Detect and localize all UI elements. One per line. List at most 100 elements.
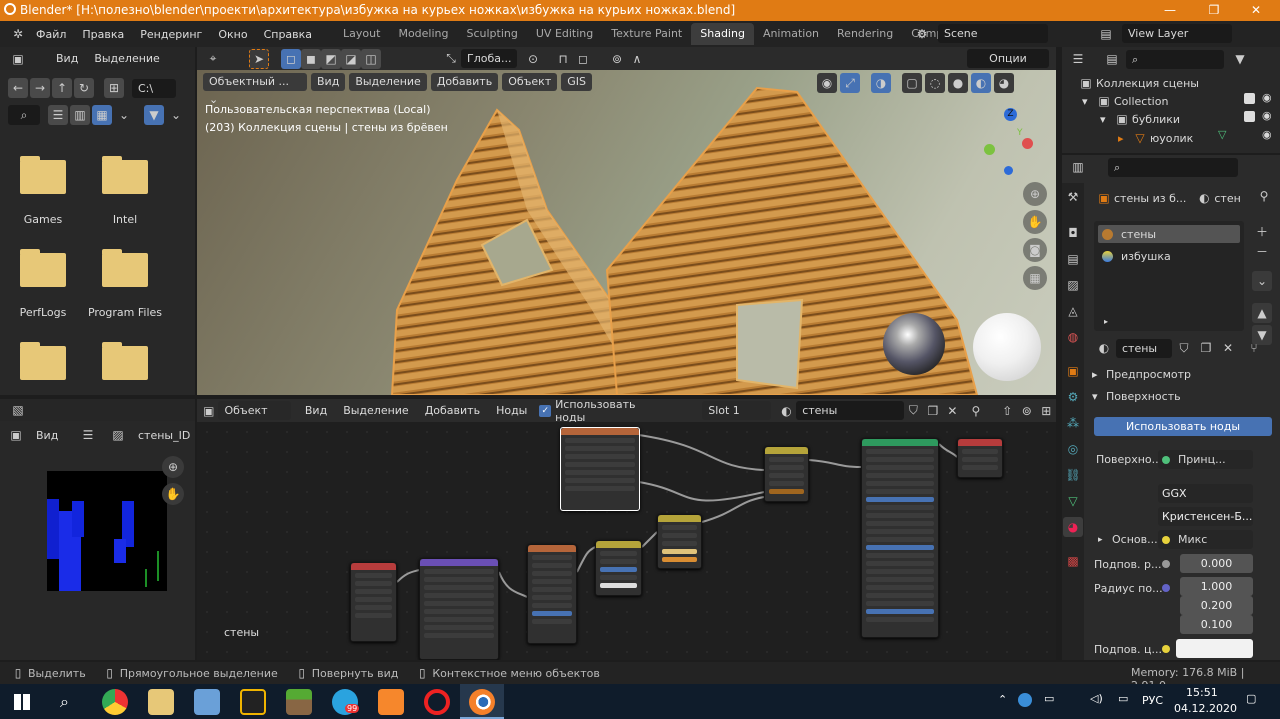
display-mode-icon[interactable]: ▤ [1102, 49, 1122, 69]
node-noise-texture[interactable] [527, 544, 577, 644]
editor-type-icon[interactable]: ▧ [8, 400, 28, 420]
material-tab-icon[interactable]: ◕ [1063, 517, 1083, 537]
sublime-icon[interactable] [378, 689, 404, 715]
menu-select[interactable]: Выделение [335, 404, 417, 417]
editor-type-icon[interactable]: ☰ [1068, 49, 1088, 69]
blender-menu-icon[interactable]: ✲ [8, 24, 28, 44]
render-tab-icon[interactable]: ◘ [1063, 223, 1083, 243]
material-name-field[interactable]: стены [796, 401, 904, 420]
radius-z-value[interactable]: 0.100 [1180, 615, 1253, 634]
maximize-button[interactable]: ❐ [1194, 0, 1234, 21]
snap-mode-icon[interactable]: ⊞ [1037, 401, 1056, 421]
outliner-row-bubliki[interactable]: ▾ ▣ бублики ◉ [1100, 109, 1280, 129]
shading-material-icon[interactable]: ◐ [971, 73, 991, 93]
display-columns-icon[interactable]: ▥ [70, 105, 90, 125]
properties-search-field[interactable]: ⌕ [1108, 157, 1238, 177]
tab-animation[interactable]: Animation [754, 23, 828, 45]
select-mode-invert-icon[interactable]: ◪ [341, 48, 361, 69]
subsurface-method-select[interactable]: Кристенсен-Б... [1158, 507, 1253, 526]
menu-view[interactable]: Вид [297, 404, 335, 417]
tray-app-icon[interactable] [1018, 693, 1032, 707]
folder-name[interactable]: Intel [80, 213, 170, 226]
material-name-field[interactable]: стены [1116, 338, 1172, 358]
scene-icon[interactable]: ⚙ [912, 24, 932, 44]
shading-solid-icon[interactable]: ● [948, 73, 968, 93]
node-material-output[interactable] [957, 438, 1003, 478]
tab-shading[interactable]: Shading [691, 23, 754, 45]
eye-icon[interactable]: ◉ [1262, 109, 1272, 122]
parent-node-tree-icon[interactable]: ⇧ [998, 401, 1017, 421]
checkbox-icon[interactable] [1244, 111, 1255, 122]
particles-tab-icon[interactable]: ⁂ [1063, 413, 1083, 433]
base-color-row[interactable]: ▸ Основ... [1098, 533, 1158, 546]
menu-edit[interactable]: Правка [74, 28, 132, 41]
node-texture-coordinate[interactable] [350, 562, 397, 642]
pan-hand-icon[interactable]: ✋ [1023, 210, 1047, 234]
object-tab-icon[interactable]: ▣ [1063, 361, 1083, 381]
use-nodes-button[interactable]: Использовать ноды [1094, 417, 1272, 436]
move-up-icon[interactable]: ▲ [1252, 303, 1272, 323]
constraints-tab-icon[interactable]: ⛓ [1063, 465, 1083, 485]
gizmo-x-axis[interactable] [1022, 138, 1033, 149]
physics-tab-icon[interactable]: ◎ [1063, 439, 1083, 459]
radius-x-value[interactable]: 1.000 [1180, 577, 1253, 596]
outliner-scene-collection[interactable]: ▣ Коллекция сцены [1076, 73, 1199, 93]
shading-wireframe-icon[interactable]: ◌ [925, 73, 945, 93]
tray-time[interactable]: 15:51 [1186, 686, 1218, 699]
unlink-material-icon[interactable]: ✕ [943, 401, 962, 421]
tray-volume-icon[interactable]: ◁) [1090, 692, 1103, 705]
menu-view[interactable]: Вид [311, 73, 346, 91]
distribution-select[interactable]: GGX [1158, 484, 1253, 503]
image-browse-icon[interactable]: ▨ [108, 425, 128, 445]
eye-icon[interactable]: ◉ [1262, 128, 1272, 141]
section-surface[interactable]: ▾ Поверхность [1092, 390, 1181, 403]
xray-icon[interactable]: ▢ [902, 73, 922, 93]
display-list-icon[interactable]: ☰ [48, 105, 68, 125]
expand-arrow-icon[interactable]: ▾ [1082, 95, 1094, 108]
tray-chevron-icon[interactable]: ⌃ [998, 693, 1007, 706]
notifications-icon[interactable]: ▢ [1246, 692, 1256, 705]
zoom-icon[interactable]: ⊕ [162, 456, 184, 478]
folder-name[interactable]: Games [0, 213, 88, 226]
section-preview[interactable]: ▸ Предпросмотр [1092, 368, 1191, 381]
list-resize-icon[interactable]: ▸ [1104, 317, 1108, 326]
tool-tab-icon[interactable]: ⚒ [1063, 187, 1083, 207]
3d-viewport[interactable]: Объектный ... ⌄ Вид Выделение Добавить О… [197, 70, 1056, 395]
minecraft-icon[interactable] [286, 689, 312, 715]
menu-file[interactable]: Файл [28, 28, 74, 41]
control-panel-icon[interactable] [194, 689, 220, 715]
overlay-icon[interactable]: ◑ [871, 73, 891, 93]
gizmo-y-axis[interactable]: Y [1017, 128, 1023, 138]
snap-icon[interactable]: ⊚ [1017, 401, 1036, 421]
subsurface-color-swatch[interactable] [1176, 639, 1253, 658]
proportional-edit-icon[interactable]: ⊚ [607, 49, 627, 69]
radius-y-value[interactable]: 0.200 [1180, 596, 1253, 615]
folder-icon[interactable] [20, 156, 66, 194]
pin-icon[interactable]: ⚲ [966, 401, 985, 421]
editor-type-icon[interactable]: ▥ [1068, 157, 1088, 177]
folder-icon[interactable] [102, 342, 148, 380]
windows-start-icon[interactable] [14, 694, 30, 710]
folder-icon[interactable] [20, 249, 66, 287]
menu-object[interactable]: Объект [502, 73, 558, 91]
image-name-field[interactable]: стены_ID [132, 425, 190, 445]
scene-tab-icon[interactable]: ◬ [1063, 301, 1083, 321]
node-mix-1[interactable] [595, 540, 642, 596]
menu-add[interactable]: Добавить [417, 404, 488, 417]
editor-type-icon[interactable]: ▣ [8, 49, 28, 69]
filter-icon[interactable]: ▼ [1230, 49, 1250, 69]
menu-list-icon[interactable]: ☰ [78, 425, 98, 445]
search-icon[interactable]: ⌕ [60, 692, 69, 712]
back-icon[interactable]: ← [8, 78, 28, 98]
subsurface-value[interactable]: 0.000 [1180, 554, 1253, 573]
expand-arrow-icon[interactable]: ▾ [1100, 113, 1112, 126]
chrome-icon[interactable] [102, 689, 128, 715]
select-mode-set-icon[interactable]: ◻ [281, 48, 301, 69]
node-editor-canvas[interactable]: стены [197, 422, 1056, 660]
filter-chevron-icon[interactable]: ⌄ [166, 105, 186, 125]
unlink-material-icon[interactable]: ✕ [1218, 338, 1238, 358]
material-browse-icon[interactable]: ◐ [777, 401, 796, 421]
node-mapping[interactable] [419, 558, 499, 660]
new-folder-icon[interactable]: ⊞ [104, 78, 124, 98]
menu-view[interactable]: Вид [48, 52, 86, 65]
